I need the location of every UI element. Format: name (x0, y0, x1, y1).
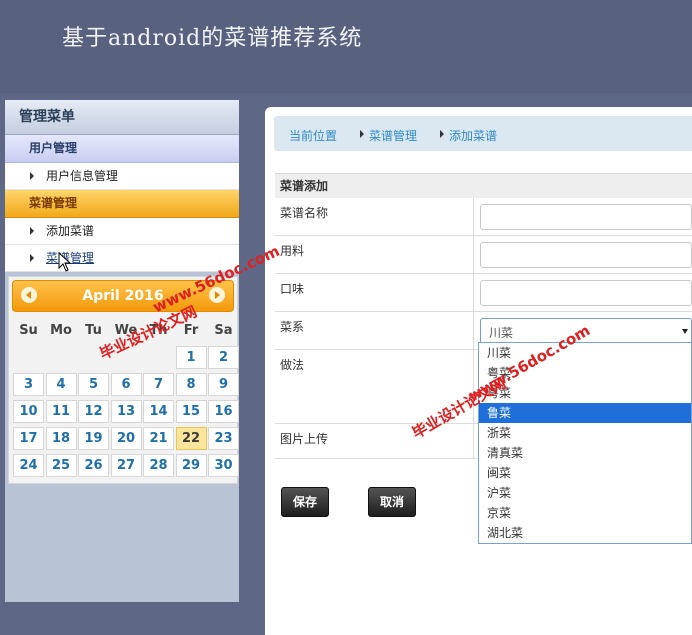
menu-group-recipe[interactable]: 菜谱管理 (5, 190, 239, 218)
cuisine-option[interactable]: 清真菜 (479, 443, 691, 463)
calendar-day[interactable]: 12 (78, 400, 109, 423)
calendar-day[interactable]: 19 (78, 427, 109, 450)
calendar-day[interactable]: 3 (13, 373, 44, 396)
calendar-day[interactable]: 18 (45, 427, 77, 450)
triangle-right-icon (30, 254, 34, 262)
cuisine-dropdown-list: 川菜 粤菜 粤菜 鲁菜 浙菜 清真菜 闽菜 沪菜 京菜 湖北菜 (478, 342, 692, 544)
cancel-button[interactable]: 取消 (368, 487, 416, 517)
calendar-day[interactable]: 16 (208, 400, 239, 423)
menu-item-user-info[interactable]: 用户信息管理 (5, 163, 239, 190)
calendar-blank (13, 346, 44, 369)
calendar-day[interactable]: 7 (143, 373, 174, 396)
triangle-right-icon (440, 130, 444, 138)
field-label: 用料 (280, 244, 305, 258)
cuisine-option[interactable]: 闽菜 (479, 463, 691, 483)
calendar-day[interactable]: 30 (208, 454, 239, 477)
calendar-next-button[interactable] (209, 287, 225, 303)
chevron-down-icon (682, 329, 688, 334)
calendar-day[interactable]: 6 (110, 373, 142, 396)
field-label: 口味 (280, 282, 305, 296)
calendar-weekday: Tu (85, 323, 102, 338)
cuisine-option[interactable]: 粤菜 (479, 363, 691, 383)
calendar-day[interactable]: 28 (143, 454, 174, 477)
cuisine-option[interactable]: 沪菜 (479, 483, 691, 503)
taste-input[interactable] (480, 280, 692, 306)
calendar-blank (111, 346, 142, 369)
calendar-day[interactable]: 9 (208, 373, 239, 396)
triangle-right-icon (30, 172, 34, 180)
calendar-weekday: Th (149, 323, 168, 338)
calendar-day[interactable]: 21 (143, 427, 174, 450)
form-row-ingredients: 用料 (275, 236, 692, 274)
calendar-day[interactable]: 10 (13, 400, 44, 423)
ingredients-input[interactable] (480, 242, 692, 268)
mouse-pointer-icon (58, 252, 72, 272)
calendar-day[interactable]: 17 (13, 427, 44, 450)
calendar-weekday: Su (19, 323, 38, 338)
calendar-day[interactable]: 26 (78, 454, 109, 477)
calendar-day[interactable]: 25 (45, 454, 77, 477)
calendar-day[interactable]: 27 (110, 454, 142, 477)
calendar-day[interactable]: 24 (13, 454, 44, 477)
save-button[interactable]: 保存 (281, 487, 329, 517)
cuisine-select[interactable]: 川菜 (480, 318, 692, 344)
sidebar-title: 管理菜单 (5, 100, 239, 135)
calendar-day[interactable]: 15 (175, 400, 207, 423)
cuisine-option[interactable]: 京菜 (479, 503, 691, 523)
calendar-blank (78, 346, 109, 369)
calendar-weekday: Fr (183, 323, 199, 338)
menu-item-recipe-manage[interactable]: 菜谱管理 (5, 245, 239, 272)
breadcrumb-recipe-manage[interactable]: 菜谱管理 (369, 127, 417, 144)
app-header: 基于android的菜谱推荐系统 (0, 0, 692, 93)
calendar-blank (46, 346, 77, 369)
sidebar: 管理菜单 用户管理 用户信息管理 菜谱管理 添加菜谱 菜谱管理 April 20… (5, 100, 239, 602)
calendar-day[interactable]: 14 (143, 400, 174, 423)
arrow-right-icon (215, 291, 220, 299)
calendar-day[interactable]: 29 (175, 454, 207, 477)
form-row-taste: 口味 (275, 274, 692, 312)
calendar-day-today[interactable]: 22 (175, 427, 207, 450)
calendar-widget: April 2016 Su Mo Tu We Th Fr Sa 1 2 3 4 5 6 7 8 9 10 11 12… (8, 276, 239, 484)
calendar-title: April 2016 (82, 288, 164, 304)
form-title: 菜谱添加 (275, 174, 692, 198)
triangle-right-icon (360, 130, 364, 138)
breadcrumb-current-location: 当前位置 (289, 129, 338, 143)
breadcrumb: 当前位置 菜谱管理 添加菜谱 (274, 116, 692, 151)
field-label: 做法 (280, 358, 305, 372)
calendar-day[interactable]: 11 (45, 400, 77, 423)
calendar-day[interactable]: 2 (208, 346, 239, 369)
calendar-weekday: We (114, 323, 138, 338)
field-label: 图片上传 (280, 432, 329, 446)
calendar-day[interactable]: 8 (175, 373, 207, 396)
calendar-weekday: Mo (50, 323, 72, 338)
site-title: 基于android的菜谱推荐系统 (62, 26, 363, 51)
cuisine-option[interactable]: 粤菜 (479, 383, 691, 403)
cuisine-option[interactable]: 鲁菜 (479, 403, 691, 423)
cuisine-select-value: 川菜 (489, 326, 514, 340)
cuisine-option[interactable]: 川菜 (479, 343, 691, 363)
calendar-blank (143, 346, 174, 369)
menu-item-label: 添加菜谱 (46, 224, 95, 238)
breadcrumb-add-recipe[interactable]: 添加菜谱 (449, 127, 497, 144)
menu-group-user[interactable]: 用户管理 (5, 135, 239, 163)
form-row-name: 菜谱名称 (275, 198, 692, 236)
calendar-day[interactable]: 20 (110, 427, 142, 450)
calendar-header: April 2016 (12, 280, 234, 312)
calendar-day[interactable]: 13 (110, 400, 142, 423)
recipe-name-input[interactable] (480, 204, 692, 230)
field-label: 菜谱名称 (280, 206, 329, 220)
calendar-day[interactable]: 4 (45, 373, 77, 396)
triangle-right-icon (30, 227, 34, 235)
cuisine-option[interactable]: 浙菜 (479, 423, 691, 443)
calendar-grid: Su Mo Tu We Th Fr Sa 1 2 3 4 5 6 7 8 9 10 11 12 13 14 15 16 17 1… (9, 315, 239, 483)
calendar-day[interactable]: 5 (78, 373, 109, 396)
calendar-day[interactable]: 23 (208, 427, 239, 450)
field-label: 菜系 (280, 320, 305, 334)
calendar-weekday: Sa (214, 323, 233, 338)
cuisine-option[interactable]: 湖北菜 (479, 523, 691, 543)
calendar-day[interactable]: 1 (175, 346, 207, 369)
menu-item-label: 用户信息管理 (46, 169, 119, 183)
menu-item-add-recipe[interactable]: 添加菜谱 (5, 218, 239, 245)
